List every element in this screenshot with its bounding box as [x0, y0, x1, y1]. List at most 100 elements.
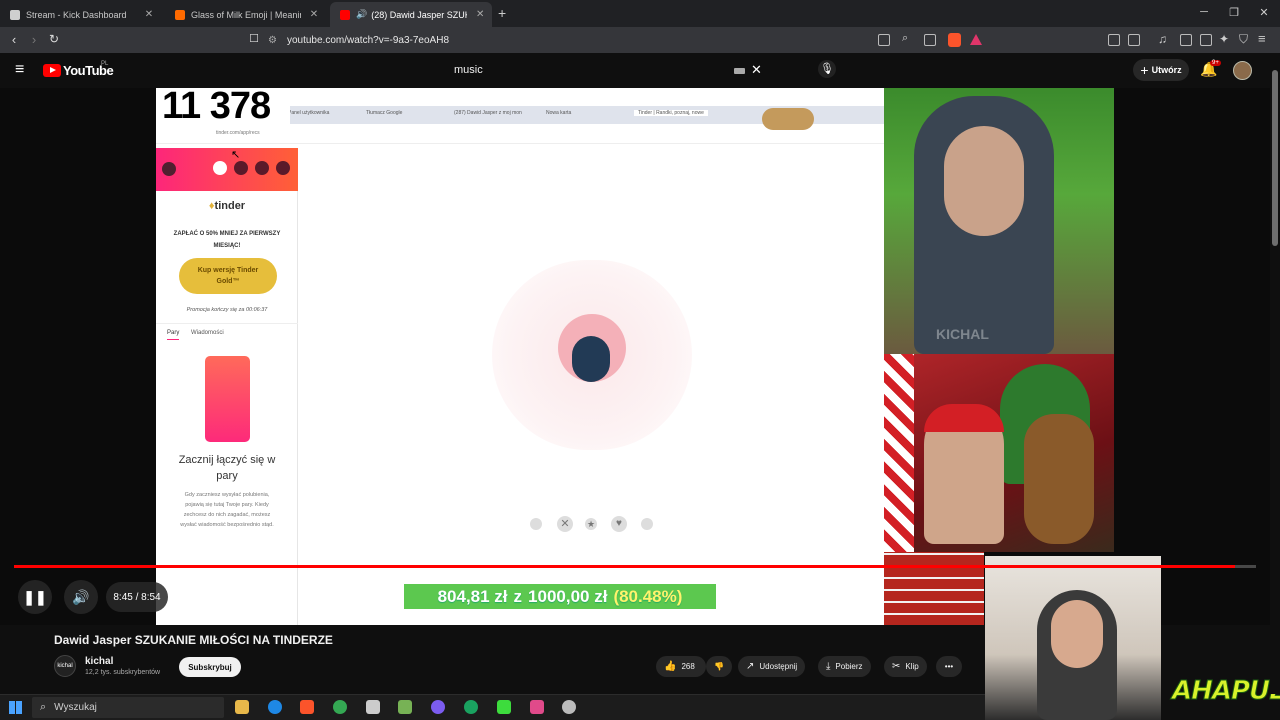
discord-icon[interactable]	[431, 700, 445, 714]
windows-taskbar: ⌕ Wyszukaj	[0, 694, 985, 720]
inner-tab: Panel użytkownika	[288, 110, 330, 116]
explore-icon	[234, 161, 248, 175]
app-icon[interactable]	[366, 700, 380, 714]
kick-favicon-icon	[10, 9, 20, 20]
speaker-icon[interactable]: 🔊	[356, 9, 367, 20]
create-button[interactable]: + Utwórz	[1133, 59, 1189, 81]
bookmark-icon[interactable]: ☐	[246, 32, 262, 45]
extensions-icon[interactable]	[1108, 34, 1120, 46]
browser-tab-label: (28) Dawid Jasper SZUKANIE	[371, 9, 467, 20]
app-icon[interactable]	[464, 700, 478, 714]
account-avatar[interactable]	[1233, 61, 1252, 80]
share-button[interactable]: ↗ Udostępnij	[738, 656, 806, 677]
donation-percent: (80.48%)	[613, 586, 683, 606]
share-icon[interactable]	[924, 34, 936, 46]
download-button[interactable]: ⤓ Pobierz	[818, 656, 871, 677]
forward-icon[interactable]: ›	[26, 32, 42, 47]
like-count: 268	[681, 662, 695, 671]
mouse-cursor-icon: ↖	[231, 149, 241, 161]
thumbs-up-icon: 👍	[664, 661, 677, 672]
thumbs-down-icon: 👎	[714, 662, 724, 671]
clear-search-icon[interactable]: ✕	[751, 62, 762, 78]
zoom-icon[interactable]: ⌕	[902, 32, 908, 45]
scissors-icon: ✂	[892, 661, 901, 672]
channel-name[interactable]: kichal	[85, 656, 113, 667]
edge-icon[interactable]	[268, 700, 282, 714]
restore-icon[interactable]: ❐	[1224, 6, 1244, 19]
progress-fill	[14, 565, 1235, 568]
stream-screen-capture: Panel użytkownika Tłumacz Google (287) D…	[156, 88, 884, 625]
cast-icon[interactable]	[878, 34, 890, 46]
leo-ai-icon[interactable]: ✦	[1219, 32, 1229, 46]
address-bar-row: ‹ › ↻ ☐ ⚙ youtube.com/watch?v=-9a3-7eoAH…	[0, 27, 1280, 53]
menu-icon[interactable]: ≡	[1258, 31, 1266, 46]
volume-button[interactable]: 🔊	[64, 580, 98, 614]
brave-rewards-icon[interactable]	[970, 34, 982, 45]
close-icon[interactable]: ✕	[307, 9, 321, 20]
close-icon[interactable]: ✕	[473, 9, 487, 20]
file-explorer-icon[interactable]	[235, 700, 249, 714]
chrome-icon[interactable]	[333, 700, 347, 714]
kick-icon[interactable]	[497, 700, 511, 714]
back-icon[interactable]: ‹	[6, 32, 22, 47]
divider	[156, 323, 298, 324]
subscribe-button[interactable]: Subskrybuj	[179, 657, 241, 677]
webcam-reactor	[985, 556, 1161, 720]
close-icon[interactable]: ✕	[142, 9, 156, 20]
new-tab-button[interactable]: +	[498, 5, 506, 21]
progress-bar[interactable]	[14, 565, 1256, 568]
search-input[interactable]: music	[446, 57, 771, 83]
pause-button[interactable]: ❚❚	[18, 580, 52, 614]
like-button[interactable]: 👍 268	[656, 656, 706, 677]
rewind-icon	[530, 518, 542, 530]
viewer-counter: 11 378	[156, 87, 290, 125]
windows-start-icon[interactable]	[9, 701, 22, 714]
browser-tab[interactable]: Stream - Kick Dashboard ✕	[0, 2, 165, 27]
download-label: Pobierz	[835, 662, 863, 671]
taskbar-search[interactable]: ⌕ Wyszukaj	[32, 697, 224, 718]
reload-icon[interactable]: ↻	[46, 32, 62, 46]
minimize-icon[interactable]: ─	[1194, 6, 1214, 18]
minecraft-icon[interactable]	[398, 700, 412, 714]
tinder-promo-text: ZAPŁAĆ O 50% MNIEJ ZA PIERWSZY MIESIĄC!	[173, 231, 281, 249]
subscriber-count: 12,2 tys. subskrybentów	[85, 669, 161, 676]
bag-icon	[255, 161, 269, 175]
youtube-header: ≡ YouTube PL music ✕ 🎙 + Utwórz 🔔 9+	[0, 53, 1280, 88]
youtube-logo-icon[interactable]	[43, 64, 61, 77]
donation-goal-bar: 804,81 zł z 1000,00 zł (80.48%)	[404, 584, 716, 609]
brave-shields-icon[interactable]	[948, 33, 961, 47]
more-icon: •••	[944, 662, 954, 671]
inner-tab: Tinder | Randki, poznaj, nowe	[634, 110, 708, 116]
emojipedia-favicon-icon	[175, 9, 185, 20]
vpn-icon[interactable]: ⛉	[1239, 32, 1248, 47]
pause-icon: ❚❚	[23, 588, 47, 605]
candy-cane	[884, 354, 914, 552]
wallet-icon[interactable]	[1200, 34, 1212, 46]
inner-tab: Tłumacz Google	[366, 110, 403, 116]
browser-tab-active[interactable]: 🔊 (28) Dawid Jasper SZUKANIE ✕	[330, 2, 492, 27]
music-icon[interactable]: ♫	[1158, 32, 1167, 46]
browser-tab-label: Glass of Milk Emoji | Meaning, Co	[191, 9, 301, 20]
dislike-button[interactable]: 👎	[706, 656, 732, 677]
scrollbar-thumb[interactable]	[1272, 70, 1278, 246]
notification-badge: 9+	[1210, 60, 1221, 66]
app-icon[interactable]	[530, 700, 544, 714]
shield-icon	[276, 161, 290, 175]
tab-wiadomosci: Wiadomości	[191, 330, 224, 336]
clip-button[interactable]: ✂ Klip	[884, 656, 927, 677]
channel-avatar[interactable]: kichal	[54, 655, 76, 677]
microphone-icon[interactable]: 🎙	[818, 60, 836, 78]
super-like-icon: ★	[585, 518, 597, 530]
site-info-icon[interactable]: ⚙	[268, 35, 277, 46]
more-actions-button[interactable]: •••	[936, 656, 962, 677]
browser-tab[interactable]: Glass of Milk Emoji | Meaning, Co ✕	[165, 2, 330, 27]
brave-icon[interactable]	[300, 700, 314, 714]
sidebar-icon[interactable]	[1128, 34, 1140, 46]
browser-tab-strip: Stream - Kick Dashboard ✕ Glass of Milk …	[0, 0, 1280, 27]
keyboard-icon[interactable]	[734, 68, 745, 74]
hamburger-menu-icon[interactable]: ≡	[15, 61, 24, 79]
page-scrollbar[interactable]	[1270, 62, 1280, 694]
app-icon[interactable]	[562, 700, 576, 714]
close-window-icon[interactable]: ✕	[1254, 6, 1274, 19]
reader-icon[interactable]	[1180, 34, 1192, 46]
